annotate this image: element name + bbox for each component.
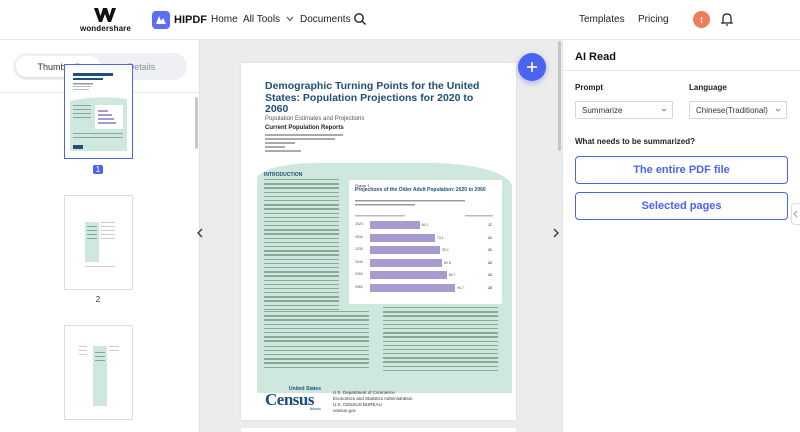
- language-label: Language: [689, 83, 727, 92]
- plus-icon: [527, 62, 537, 72]
- chevron-down-icon: [286, 16, 294, 22]
- census-bureau-logo: United States Census Bureau: [265, 386, 321, 411]
- prompt-select-value: Summarize: [582, 105, 623, 115]
- pdf-page-1: Demographic Turning Points for the Unite…: [241, 63, 516, 420]
- page-thumbnail-2[interactable]: [64, 195, 133, 290]
- figure-bar-value: 56.1: [421, 223, 429, 227]
- nav-templates-link[interactable]: Templates: [579, 14, 625, 25]
- figure-bar-year: 2050: [355, 272, 363, 276]
- figure-bar: [370, 271, 447, 279]
- figure-bar: [370, 283, 455, 292]
- ai-read-panel: AI Read Prompt Language Summarize Chines…: [562, 40, 800, 432]
- figure-bar-value: 73.1: [436, 235, 444, 240]
- nav-all-tools-menu[interactable]: All Tools: [243, 14, 294, 25]
- thumbnail-preview: [79, 346, 119, 406]
- sidebar-scrollbar[interactable]: [195, 97, 198, 149]
- figure-legend-lines: [355, 215, 493, 217]
- language-select[interactable]: Chinese(Traditional): [689, 101, 787, 119]
- figure-bar-row: 2035 78.0 21: [355, 246, 496, 254]
- thumbnail-preview: [85, 222, 115, 267]
- hipdf-logo[interactable]: HIPDF: [152, 10, 207, 30]
- hipdf-logo-icon: [152, 11, 170, 29]
- body-text-left: [264, 311, 369, 371]
- panel-collapse-handle[interactable]: [791, 203, 800, 225]
- figure-bar-chart: 2020 56.1 17 2030 73.1 21 2035 78.0 21 2040 80.8 22…: [355, 221, 496, 299]
- selected-pages-button[interactable]: Selected pages: [575, 192, 788, 220]
- figure-bar-row: 2040 80.8 22: [355, 258, 496, 267]
- chevron-right-icon[interactable]: [553, 228, 559, 238]
- document-title: Demographic Turning Points for the Unite…: [265, 80, 480, 115]
- page-number-1: 1: [0, 165, 196, 174]
- figure-bar: [370, 221, 420, 229]
- figure-bar: [370, 246, 440, 254]
- figure-bar-percent: 21: [488, 235, 492, 240]
- page-thumbnail-3[interactable]: [64, 325, 133, 420]
- nav-pricing-link[interactable]: Pricing: [638, 14, 669, 25]
- figure-bar-percent: 22: [488, 260, 492, 265]
- figure-bar: [370, 258, 442, 267]
- figure-bar-value: 85.7: [448, 273, 456, 277]
- ai-read-title: AI Read: [575, 51, 616, 63]
- prompt-select[interactable]: Summarize: [575, 101, 673, 119]
- introduction-heading: INTRODUCTION: [264, 172, 303, 178]
- figure-bar-percent: 21: [488, 248, 492, 252]
- chevron-down-icon: [661, 108, 667, 112]
- figure-bar-year: 2060: [355, 284, 363, 289]
- figure-bar-row: 2030 73.1 21: [355, 233, 496, 242]
- entire-pdf-button[interactable]: The entire PDF file: [575, 156, 788, 184]
- figure-bar-percent: 17: [488, 223, 492, 227]
- wondershare-logo-icon: [94, 8, 116, 22]
- wondershare-wordmark: wondershare: [80, 24, 131, 33]
- document-meta-lines: [265, 134, 345, 154]
- wondershare-logo[interactable]: wondershare: [80, 8, 131, 34]
- figure-bar-year: 2040: [355, 259, 363, 264]
- figure-bar: [370, 233, 435, 242]
- ai-panel-divider: [563, 70, 800, 71]
- figure-bar-row: 2050 85.7 22: [355, 271, 496, 279]
- nav-all-tools-label: All Tools: [243, 14, 281, 25]
- figure-bar-year: 2035: [355, 247, 363, 251]
- introduction-text: [264, 179, 339, 313]
- figure-bar-value: 78.0: [441, 248, 449, 252]
- thumbnail-preview: [70, 73, 127, 151]
- search-icon[interactable]: [353, 12, 367, 26]
- chevron-left-icon: [793, 210, 798, 218]
- prompt-label: Prompt: [575, 83, 603, 92]
- language-select-value: Chinese(Traditional): [696, 105, 768, 115]
- chevron-left-icon[interactable]: [197, 228, 203, 238]
- body-text-right: [383, 307, 498, 374]
- figure-title: Projections of the Older Adult Populatio…: [355, 187, 486, 193]
- nav-documents-link[interactable]: Documents: [300, 14, 351, 25]
- figure-bar-percent: 23: [488, 285, 492, 290]
- page-number-2: 2: [95, 295, 101, 304]
- figure-caption-lines: [355, 200, 465, 206]
- document-subtitle: Population Estimates and Projections: [265, 116, 365, 122]
- page-thumbnail-1[interactable]: [64, 64, 133, 159]
- viewer-scrollbar[interactable]: [558, 41, 561, 151]
- figure-bar-year: 2030: [355, 234, 363, 239]
- figure-bar-year: 2020: [355, 222, 363, 226]
- pdf-page-2: [241, 428, 516, 432]
- figure-bar-percent: 22: [488, 273, 492, 277]
- figure-1: Figure 1. Projections of the Older Adult…: [349, 180, 502, 304]
- figure-bar-value: 94.7: [456, 285, 464, 290]
- chevron-down-icon: [775, 108, 781, 112]
- document-footer: U.S. Department of Commerce Economics an…: [333, 390, 413, 413]
- figure-bar-row: 2020 56.1 17: [355, 221, 496, 229]
- bell-icon[interactable]: [721, 12, 733, 26]
- user-avatar[interactable]: t: [693, 11, 710, 28]
- hipdf-wordmark: HIPDF: [174, 14, 207, 26]
- add-button[interactable]: [518, 53, 546, 81]
- summarize-scope-question: What needs to be summarized?: [575, 137, 696, 146]
- top-navigation-bar: wondershare HIPDF Home All Tools Documen…: [0, 0, 800, 40]
- figure-bar-value: 80.8: [443, 260, 451, 265]
- document-series: Current Population Reports: [265, 125, 344, 131]
- figure-bar-row: 2060 94.7 23: [355, 283, 496, 292]
- nav-home-link[interactable]: Home: [211, 14, 238, 25]
